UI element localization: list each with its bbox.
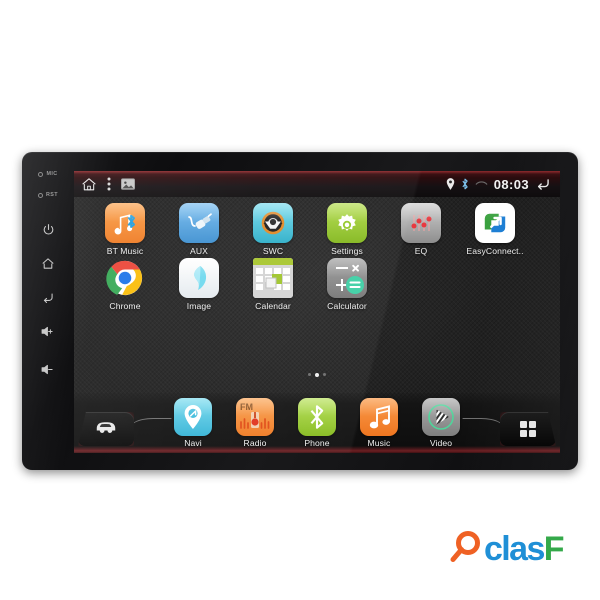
watermark-text-clas: clas <box>484 529 545 568</box>
mic-indicator: MIC <box>38 170 57 178</box>
app-calculator[interactable]: Calculator <box>310 258 384 311</box>
page-dot-3[interactable] <box>323 373 326 376</box>
volume-up-icon <box>40 325 56 338</box>
reset-indicator[interactable]: RST <box>38 191 58 199</box>
app-label: EasyConnect.. <box>466 246 524 256</box>
volume-down-button[interactable] <box>35 356 61 382</box>
dock-bar: Navi FM Radio Phone Music Video <box>74 393 560 453</box>
magnifier-icon <box>448 528 484 569</box>
calendar-icon <box>253 258 293 298</box>
aux-plug-icon <box>179 203 219 243</box>
watermark-text-f: F <box>543 529 565 568</box>
app-label: Settings <box>331 246 363 256</box>
gear-icon <box>327 203 367 243</box>
home-screen-desktop[interactable]: BT Music AUX SWC Settings EQ EasyConnect… <box>74 197 560 453</box>
location-pin-icon <box>446 178 455 190</box>
volume-up-button[interactable] <box>35 318 61 344</box>
app-label: Image <box>186 301 212 311</box>
app-calendar[interactable]: Calendar <box>236 258 310 311</box>
steering-wheel-icon <box>253 203 293 243</box>
watermark-logo: clasF <box>448 528 565 569</box>
page-dot-1[interactable] <box>308 373 311 376</box>
app-aux[interactable]: AUX <box>162 203 236 256</box>
app-bt-music[interactable]: BT Music <box>88 203 162 256</box>
car-icon <box>94 419 118 439</box>
mic-pinhole-icon <box>38 171 44 177</box>
app-row-1: BT Music AUX SWC Settings EQ EasyConnect… <box>74 203 560 256</box>
dock-navi[interactable]: Navi <box>162 398 224 448</box>
back-icon <box>41 291 55 304</box>
car-head-unit-device: MIC RST 08:03 BT Music AUX SWC Settings … <box>22 152 578 470</box>
reset-label: RST <box>46 192 58 198</box>
app-label: Chrome <box>109 301 141 311</box>
dock-label: Video <box>429 438 453 448</box>
navigation-pin-icon <box>174 398 212 436</box>
calculator-icon <box>327 258 367 298</box>
back-arrow-icon[interactable] <box>535 177 551 191</box>
equalizer-icon <box>401 203 441 243</box>
app-settings[interactable]: Settings <box>310 203 384 256</box>
dock-items: Navi FM Radio Phone Music Video <box>74 393 560 453</box>
watermark-text: clasF <box>484 529 565 568</box>
apps-grid-icon <box>520 421 536 437</box>
gallery-icon <box>179 258 219 298</box>
fm-radio-icon: FM <box>236 398 274 436</box>
easyconnect-icon <box>475 203 515 243</box>
home-icon[interactable] <box>81 177 97 192</box>
hardware-key-column: MIC RST <box>24 158 72 464</box>
app-grid: BT Music AUX SWC Settings EQ EasyConnect… <box>74 203 560 311</box>
app-row-2: Chrome Image Calendar Calculator <box>74 258 560 311</box>
app-swc[interactable]: SWC <box>236 203 310 256</box>
bt-music-icon <box>105 203 145 243</box>
car-info-button[interactable] <box>78 412 134 446</box>
dock-phone[interactable]: Phone <box>286 398 348 448</box>
app-label: SWC <box>262 246 284 256</box>
signal-icon <box>475 180 488 189</box>
dock-label: Radio <box>243 438 267 448</box>
dock-label: Navi <box>184 438 202 448</box>
status-bar-right: 08:03 <box>446 177 551 192</box>
dock-music[interactable]: Music <box>348 398 410 448</box>
back-button[interactable] <box>35 284 61 310</box>
volume-down-icon <box>40 363 56 376</box>
mic-label: MIC <box>46 171 58 177</box>
reset-pinhole-icon[interactable] <box>38 192 43 198</box>
status-bar-left <box>81 177 135 192</box>
app-chrome[interactable]: Chrome <box>88 258 162 311</box>
power-icon <box>42 223 55 236</box>
dock-label: Phone <box>304 438 330 448</box>
app-label: AUX <box>190 246 208 256</box>
app-label: Calendar <box>255 301 291 311</box>
page-dot-2[interactable] <box>315 373 319 377</box>
all-apps-button[interactable] <box>500 412 556 446</box>
app-label: BT Music <box>106 246 144 256</box>
svg-text:FM: FM <box>240 402 253 412</box>
video-play-icon <box>422 398 460 436</box>
bt-phone-icon <box>298 398 336 436</box>
app-label: Calculator <box>327 301 367 311</box>
music-note-icon <box>360 398 398 436</box>
touchscreen[interactable]: 08:03 BT Music AUX SWC Settings EQ EasyC… <box>74 171 560 453</box>
dock-video[interactable]: Video <box>410 398 472 448</box>
power-button[interactable] <box>35 216 61 242</box>
app-eq[interactable]: EQ <box>384 203 458 256</box>
status-bar-clock: 08:03 <box>493 176 529 192</box>
dock-radio[interactable]: FM Radio <box>224 398 286 448</box>
app-easyconnect[interactable]: EasyConnect.. <box>458 203 532 256</box>
page-indicator[interactable] <box>74 373 560 377</box>
dock-label: Music <box>367 438 391 448</box>
app-label: EQ <box>414 246 428 256</box>
status-bar: 08:03 <box>74 171 560 197</box>
screenshot-icon[interactable] <box>121 178 135 190</box>
app-image[interactable]: Image <box>162 258 236 311</box>
home-button[interactable] <box>35 250 61 276</box>
chrome-icon <box>105 258 145 298</box>
overflow-menu-icon[interactable] <box>107 177 111 191</box>
bluetooth-icon <box>461 178 469 190</box>
home-icon <box>41 257 55 270</box>
